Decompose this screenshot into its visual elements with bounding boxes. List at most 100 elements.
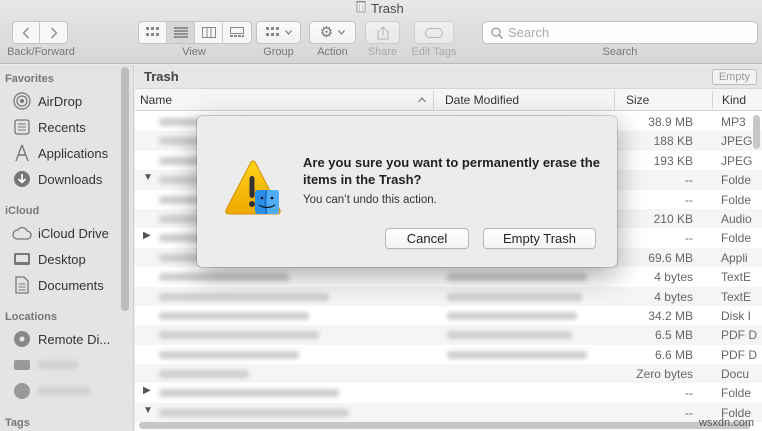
desktop-icon <box>12 249 32 269</box>
column-divider[interactable] <box>433 91 434 109</box>
sidebar-item-remote-disc[interactable]: Remote Di... <box>12 329 110 349</box>
disclosure-right-icon[interactable]: ▶ <box>143 230 151 241</box>
disclosure-right-icon[interactable]: ▶ <box>143 385 151 396</box>
search-field[interactable] <box>482 21 758 44</box>
group-button[interactable] <box>256 21 301 44</box>
window-title: Trash <box>356 0 404 16</box>
downloads-icon <box>12 169 32 189</box>
sidebar-item-icloud-drive[interactable]: iCloud Drive <box>12 223 109 243</box>
column-divider[interactable] <box>614 91 615 109</box>
recents-icon <box>12 117 32 137</box>
table-row[interactable]: ▶ -- Folde <box>135 383 762 402</box>
empty-button[interactable]: Empty <box>711 69 757 85</box>
column-size[interactable]: Size <box>626 93 649 107</box>
disclosure-down-icon[interactable]: ▼ <box>143 172 153 183</box>
sidebar-item-blurred-drive[interactable] <box>12 355 78 375</box>
redacted-date <box>447 331 572 340</box>
file-size: 4 bytes <box>654 270 693 285</box>
empty-trash-button[interactable]: Empty Trash <box>483 228 596 249</box>
redacted-label <box>38 387 90 395</box>
redacted-file-name <box>159 389 339 398</box>
edit-tags-button[interactable] <box>414 21 454 44</box>
file-size: 193 KB <box>653 153 693 168</box>
remote-disc-icon <box>12 329 32 349</box>
view-control <box>138 21 252 44</box>
file-size: -- <box>685 173 693 188</box>
group-label: Group <box>263 46 294 58</box>
sidebar-item-airdrop[interactable]: AirDrop <box>12 91 82 111</box>
toolbar: Trash Back/Forward View Group ⚙ Action S… <box>0 0 762 64</box>
sidebar-item-label: Documents <box>38 277 104 293</box>
sidebar-item-label: Desktop <box>38 251 86 267</box>
file-size: 4 bytes <box>654 289 693 304</box>
sidebar-item-downloads[interactable]: Downloads <box>12 169 102 189</box>
sidebar-item-label: AirDrop <box>38 93 83 109</box>
table-row[interactable]: 4 bytes TextE <box>135 286 762 306</box>
forward-button[interactable] <box>40 22 67 43</box>
sidebar-item-network[interactable] <box>12 381 90 401</box>
empty-trash-dialog: Are you sure you want to permanently era… <box>197 116 617 267</box>
locations-header: Locations <box>5 311 57 323</box>
column-kind[interactable]: Kind <box>722 93 746 107</box>
table-row[interactable]: 6.5 MB PDF D <box>135 325 762 345</box>
table-row[interactable]: 34.2 MB Disk I <box>135 306 762 325</box>
file-size: 69.6 MB <box>648 250 693 265</box>
table-row[interactable]: Zero bytes Docu <box>135 364 762 384</box>
file-kind: Appli <box>721 250 748 265</box>
sidebar-scrollbar[interactable] <box>121 67 129 311</box>
file-kind: Folde <box>721 231 752 246</box>
path-bar: Trash Empty <box>135 65 762 89</box>
redacted-date <box>447 311 577 320</box>
horizontal-scrollbar[interactable] <box>139 422 751 429</box>
file-kind: Docu <box>721 367 750 382</box>
share-icon <box>377 25 388 39</box>
file-size: 210 KB <box>653 211 693 226</box>
columns-icon <box>201 27 216 38</box>
file-size: 6.6 MB <box>654 347 693 362</box>
redacted-file-name <box>159 292 329 301</box>
search-input[interactable] <box>508 25 738 40</box>
gallery-view-button[interactable] <box>223 22 251 43</box>
column-view-button[interactable] <box>195 22 223 43</box>
sidebar-item-recents[interactable]: Recents <box>12 117 86 137</box>
table-row[interactable]: 6.6 MB PDF D <box>135 345 762 364</box>
column-name[interactable]: Name <box>140 93 172 107</box>
sidebar-item-applications[interactable]: Applications <box>12 143 108 163</box>
icon-view-button[interactable] <box>139 22 167 43</box>
redacted-file-name <box>159 350 299 359</box>
action-button[interactable]: ⚙ <box>309 21 356 44</box>
chevron-right-icon <box>50 26 58 39</box>
sidebar-item-documents[interactable]: Documents <box>12 275 104 295</box>
cancel-button[interactable]: Cancel <box>385 228 469 249</box>
file-kind: Folde <box>721 192 752 207</box>
file-kind: JPEG <box>721 153 753 168</box>
dialog-title: Are you sure you want to permanently era… <box>303 155 600 187</box>
back-button[interactable] <box>13 22 40 43</box>
redacted-date <box>447 292 582 301</box>
share-button[interactable] <box>365 21 400 44</box>
column-divider[interactable] <box>712 91 713 109</box>
file-size: 188 KB <box>653 134 693 149</box>
view-label: View <box>182 46 206 58</box>
sidebar-item-desktop[interactable]: Desktop <box>12 249 86 269</box>
sidebar-item-label: Remote Di... <box>38 331 111 347</box>
search-label: Search <box>602 46 638 58</box>
chevron-down-icon <box>284 30 292 35</box>
documents-icon <box>12 275 32 295</box>
file-kind: Folde <box>721 386 752 401</box>
redacted-file-name <box>159 331 319 340</box>
file-size: 34.2 MB <box>648 308 693 323</box>
sidebar-item-label: Downloads <box>38 171 103 187</box>
file-kind: TextE <box>721 289 752 304</box>
file-kind: PDF D <box>721 328 757 343</box>
table-row[interactable]: 4 bytes TextE <box>135 267 762 286</box>
gallery-icon <box>230 27 244 37</box>
sidebar-item-label: iCloud Drive <box>38 225 109 241</box>
list-view-button[interactable] <box>167 22 195 43</box>
sort-chevron-up-icon <box>418 92 426 106</box>
column-date-modified[interactable]: Date Modified <box>445 93 519 107</box>
warning-finder-icon <box>221 158 283 220</box>
disclosure-down-icon[interactable]: ▼ <box>143 405 153 416</box>
vertical-scrollbar[interactable] <box>753 115 760 149</box>
table-row[interactable]: ▼ -- Folde <box>135 402 762 423</box>
